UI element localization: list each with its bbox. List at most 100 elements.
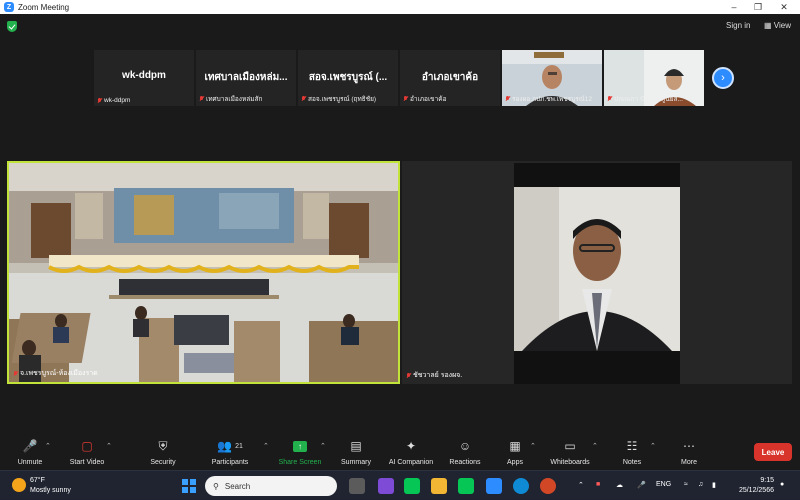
chevron-right-icon: › [721,72,725,84]
windows-taskbar: 67°F Mostly sunny ⚲ Search ⌃ ■ ☁ 🎤 ENG ≈… [0,470,800,500]
taskbar-clock[interactable]: 9:15 25/12/2566 [728,476,774,496]
cloud-icon[interactable]: ☁ [616,481,623,489]
participant-label: สอจ.เพชรบูรณ์ (ฤทธิชัย) [308,96,377,103]
participant-label: รองผอ.กปภ.ชพ.เพชรบูรณ์12 [512,96,593,103]
whiteboards-chevron-icon[interactable]: ⌃ [592,442,598,450]
participants-button[interactable]: 👥 21 Participants [203,438,257,466]
participants-chevron-icon[interactable]: ⌃ [263,442,269,450]
ai-companion-label: AI Companion [388,459,434,466]
line-app-icon-2[interactable] [458,478,474,494]
close-icon[interactable]: ✕ [772,0,796,14]
clock-time: 9:15 [760,477,774,484]
participant-tile[interactable]: wk-ddpm wk-ddpm [94,50,194,106]
tray-chevron-icon[interactable]: ⌃ [578,481,584,489]
zoom-logo-icon: Z [4,2,14,12]
task-view-icon[interactable] [349,478,365,494]
unmute-button[interactable]: 🎤 Unmute [10,438,50,466]
file-explorer-icon[interactable] [431,478,447,494]
weather-description: Mostly sunny [30,487,71,494]
weather-widget[interactable]: 67°F Mostly sunny [12,476,71,496]
participant-tile[interactable]: สอจ.เพชรบูรณ์ (... สอจ.เพชรบูรณ์ (ฤทธิชั… [298,50,398,106]
share-screen-button[interactable]: ↑ Share Screen [274,438,326,466]
share-screen-label: Share Screen [278,459,322,466]
security-button[interactable]: ⛨ Security [143,438,183,467]
view-label: View [773,21,791,30]
muted-mic-icon [199,96,204,102]
windows-logo [182,479,196,493]
encryption-shield-icon[interactable] [7,21,17,32]
tray-app-icon[interactable]: ■ [596,481,600,488]
video-options-chevron-icon[interactable]: ⌃ [106,442,112,450]
title-bar: Z Zoom Meeting – ❐ ✕ [0,0,800,14]
participant-label: อำเภอเขาค้อ [410,96,447,103]
next-page-button[interactable]: › [712,67,734,89]
whiteboards-button[interactable]: ▭ Whiteboards [546,438,594,466]
whiteboards-label: Whiteboards [550,459,590,466]
notification-bell-icon[interactable]: ● [780,481,784,488]
participants-count: 21 [235,442,243,450]
muted-mic-icon [13,370,18,377]
edge-browser-icon[interactable] [513,478,529,494]
video-name-label: ชัชวาลย์ รองผจ. [406,370,462,381]
participant-name-large: เทศบาลเมืองหล่ม... [204,72,288,83]
clock-date: 25/12/2566 [738,487,774,494]
reactions-label: Reactions [449,459,481,466]
more-button[interactable]: ⋯ More [674,438,704,466]
zoom-meeting-window: Z Zoom Meeting – ❐ ✕ Sign in ▦ View wk-d… [0,0,800,500]
participant-video-tile[interactable]: ปณณภา บัญญัติ ศูนย์ส... [604,50,704,106]
leave-button[interactable]: Leave [754,443,792,461]
notes-button[interactable]: ☷ Notes [617,438,647,466]
microphone-tray-icon[interactable]: 🎤 [637,481,646,489]
participant-name-large: wk-ddpm [122,70,166,81]
share-options-chevron-icon[interactable]: ⌃ [320,442,326,450]
sparkle-icon: ✦ [405,439,417,453]
participant-label: เทศบาลเมืองหล่มสัก [206,96,263,103]
audio-options-chevron-icon[interactable]: ⌃ [45,442,51,450]
battery-icon[interactable]: ▮ [712,481,716,489]
minimize-icon[interactable]: – [722,0,746,14]
apps-chevron-icon[interactable]: ⌃ [530,442,536,450]
muted-mic-icon [406,372,411,379]
apps-button[interactable]: ▦ Apps [500,438,530,466]
language-indicator[interactable]: ENG [656,481,671,488]
ai-companion-button[interactable]: ✦ AI Companion [383,438,439,466]
wifi-icon[interactable]: ≈ [684,481,688,488]
more-dots-icon: ⋯ [683,439,695,453]
notes-chevron-icon[interactable]: ⌃ [650,442,656,450]
chat-app-icon[interactable] [378,478,394,494]
summary-icon: ▤ [350,439,362,453]
participant-video-tile[interactable]: รองผอ.กปภ.ชพ.เพชรบูรณ์12 [502,50,602,106]
participant-tile[interactable]: เทศบาลเมืองหล่ม... เทศบาลเมืองหล่มสัก [196,50,296,106]
participants-label: Participants [211,459,249,466]
start-video-button[interactable]: ▢ Start Video [62,438,112,466]
share-screen-icon: ↑ [274,438,326,454]
participant-label: wk-ddpm [104,97,131,104]
volume-icon[interactable]: ♫ [698,481,703,488]
sun-icon [12,478,26,492]
participant-tile[interactable]: อำเภอเขาค้อ อำเภอเขาค้อ [400,50,500,106]
view-button[interactable]: ▦ View [764,21,791,30]
participant-label: ชัชวาลย์ รองผจ. [413,372,463,379]
muted-mic-icon [97,97,102,104]
start-video-label: Start Video [69,459,105,466]
apps-label: Apps [507,459,523,466]
participant-main-video[interactable]: ชัชวาลย์ รองผจ. [402,161,792,384]
windows-start-icon[interactable] [181,478,197,494]
muted-mic-icon [403,96,408,102]
powerpoint-icon[interactable] [540,478,556,494]
sign-in-link[interactable]: Sign in [726,21,750,30]
search-icon: ⚲ [213,481,219,491]
muted-microphone-icon: 🎤 [22,439,38,453]
maximize-icon[interactable]: ❐ [746,0,770,14]
line-app-icon[interactable] [404,478,420,494]
security-shield-icon: ⛨ [158,438,168,453]
taskbar-search-box[interactable]: ⚲ Search [205,476,337,496]
meeting-top-bar: Sign in ▦ View [0,14,800,40]
zoom-app-icon[interactable] [486,478,502,494]
video-name-label: จ.เพชรบูรณ์-ห้องเมืองราด [13,368,98,379]
participants-icon: 👥 21 [217,439,243,453]
security-label: Security [150,459,176,466]
active-speaker-video[interactable]: จ.เพชรบูรณ์-ห้องเมืองราด [7,161,400,384]
summary-button[interactable]: ▤ Summary [336,438,376,466]
reactions-button[interactable]: ☺ Reactions [445,438,485,466]
